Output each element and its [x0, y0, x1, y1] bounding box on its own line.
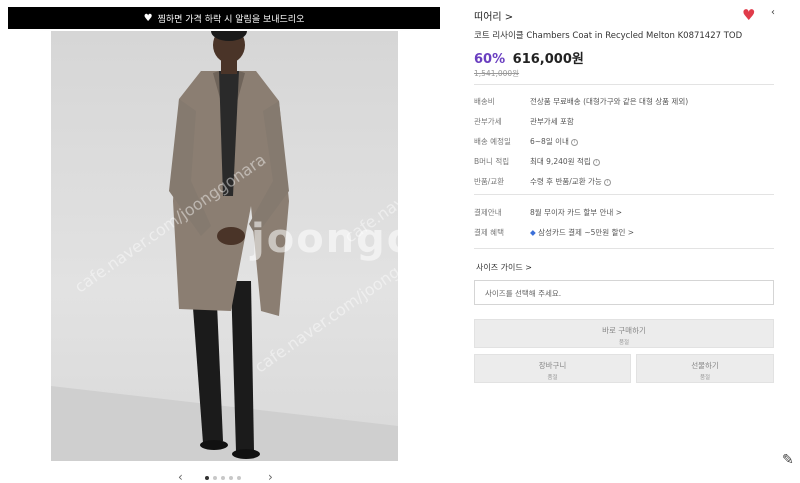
spec-value: 6~8일 이내	[530, 137, 569, 146]
product-title: 코트 리사이클 Chambers Coat in Recycled Melton…	[474, 31, 743, 41]
gift-button[interactable]: 선물하기 품절	[636, 354, 774, 383]
product-page: ♥ 찜하면 가격 하락 시 알림을 보내드리오 joong cafe.naver…	[0, 0, 800, 483]
sale-price: 616,000원	[512, 52, 584, 67]
spec-value: 최대 9,240원 적립	[530, 157, 591, 166]
spec-key: B머니 적립	[474, 157, 510, 166]
gallery-pagination	[205, 476, 241, 480]
original-price: 1,541,000원	[474, 69, 520, 78]
spec-value-wrap: 최대 9,240원 적립 i	[530, 156, 600, 167]
product-info-panel: 띠어리 > ♥ ‹ 코트 리사이클 Chambers Coat in Recyc…	[474, 0, 800, 483]
heart-icon: ♥	[143, 12, 153, 24]
button-sublabel: 품절	[547, 375, 558, 381]
gallery-prev-icon[interactable]: ‹	[178, 470, 183, 483]
info-icon[interactable]: i	[592, 158, 600, 166]
spec-key: 관부가세	[474, 117, 502, 126]
spec-key: 반품/교환	[474, 177, 505, 186]
button-label: 장바구니	[538, 361, 567, 370]
spec-value: 수령 후 반품/교환 가능	[530, 177, 602, 186]
card-diamond-icon: ◆	[530, 228, 536, 237]
card-benefit-link[interactable]: ◆ 삼성카드 결제 ~5만원 할인 >	[530, 227, 634, 238]
info-icon[interactable]: i	[570, 138, 578, 146]
spec-value-wrap: 수령 후 반품/교환 가능 i	[530, 176, 611, 187]
gallery-dot[interactable]	[237, 476, 241, 480]
size-select[interactable]: 사이즈를 선택해 주세요.	[474, 280, 774, 305]
wishlist-alert-banner[interactable]: ♥ 찜하면 가격 하락 시 알림을 보내드리오	[8, 7, 440, 29]
gallery-dot[interactable]	[213, 476, 217, 480]
card-benefit-text: 삼성카드 결제 ~5만원 할인 >	[538, 228, 635, 237]
cart-button[interactable]: 장바구니 품절	[474, 354, 631, 383]
divider	[474, 84, 774, 85]
spec-key: 배송비	[474, 97, 495, 106]
button-label: 선물하기	[691, 361, 719, 370]
spec-key: 배송 예정일	[474, 137, 511, 146]
pen-tool-icon[interactable]: ✎	[782, 452, 794, 468]
more-options-icon[interactable]: ‹	[771, 7, 775, 18]
size-guide-link[interactable]: 사이즈 가이드 >	[476, 262, 532, 273]
spec-key: 결제 혜택	[474, 228, 504, 237]
banner-text: 찜하면 가격 하락 시 알림을 보내드리오	[157, 14, 305, 25]
gallery-next-icon[interactable]: ›	[268, 470, 273, 483]
price-row: 60% 616,000원	[474, 48, 584, 67]
spec-value: 전상품 무료배송 (대형가구와 같은 대형 상품 제외)	[530, 97, 689, 106]
button-sublabel: 품절	[699, 375, 711, 381]
buy-now-button[interactable]: 바로 구매하기 품절	[474, 319, 774, 348]
gallery-dot[interactable]	[205, 476, 209, 480]
button-sublabel: 품절	[618, 340, 630, 346]
spec-value-wrap: 6~8일 이내 i	[530, 136, 578, 147]
seller-link[interactable]: 띠어리 >	[474, 8, 513, 23]
spec-value: 관부가세 포함	[530, 117, 574, 126]
wishlist-heart-icon[interactable]: ♥	[742, 6, 755, 24]
info-icon[interactable]: i	[603, 178, 611, 186]
gallery-dot[interactable]	[229, 476, 233, 480]
button-label: 바로 구매하기	[602, 326, 646, 335]
installment-link[interactable]: 8월 무이자 카드 할부 안내 >	[530, 207, 622, 218]
gallery-dot[interactable]	[221, 476, 225, 480]
divider	[474, 248, 774, 249]
product-photo[interactable]: joongo cafe.naver.com/joonggonara cafe.n…	[51, 31, 398, 461]
spec-key: 결제안내	[474, 208, 502, 217]
divider	[474, 194, 774, 195]
seller-row: 띠어리 > ♥ ‹	[474, 6, 800, 24]
discount-rate: 60%	[474, 52, 506, 67]
